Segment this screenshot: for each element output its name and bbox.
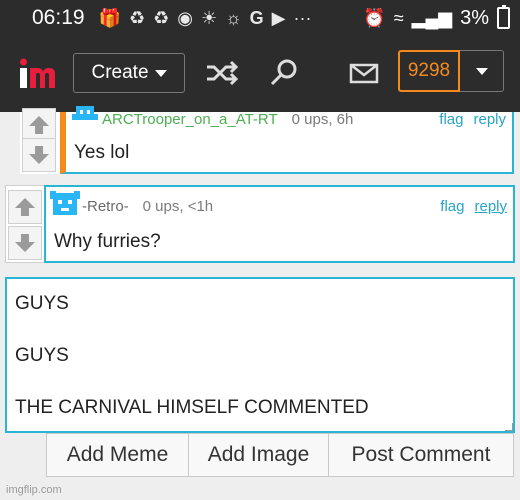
status-bar: 06:19 🎁 ♻ ♻ ◉ ☀ ☼ G ▶ ··· ⏰ ≈ ▂▄▆ 3% bbox=[0, 0, 520, 36]
flag-link[interactable]: flag bbox=[439, 111, 463, 128]
shuffle-icon[interactable] bbox=[205, 58, 239, 88]
arrow-up-icon bbox=[15, 198, 35, 216]
arrow-down-icon bbox=[29, 146, 49, 164]
comment-username[interactable]: -Retro- bbox=[82, 198, 129, 215]
alarm-icon: ⏰ bbox=[363, 7, 386, 28]
comment-actions: flag reply bbox=[439, 111, 506, 128]
clock: 06:19 bbox=[32, 6, 85, 29]
comment-textarea[interactable]: GUYS GUYS THE CARNIVAL HIMSELF COMMENTED bbox=[5, 277, 515, 433]
comment-body: -Retro- 0 ups, <1h flag reply Why furrie… bbox=[44, 185, 515, 263]
search-icon[interactable] bbox=[268, 58, 302, 88]
avatar bbox=[72, 106, 98, 120]
add-image-button[interactable]: Add Image bbox=[189, 433, 329, 477]
avatar bbox=[50, 191, 80, 215]
create-button[interactable]: Create bbox=[73, 53, 185, 93]
recycle-icon: ♻ bbox=[153, 7, 170, 28]
post-comment-button[interactable]: Post Comment bbox=[329, 433, 514, 477]
reply-link[interactable]: reply bbox=[474, 198, 507, 215]
more-icon: ··· bbox=[293, 7, 312, 28]
comment-header: -Retro- 0 ups, <1h flag reply bbox=[82, 193, 513, 219]
vote-column bbox=[5, 185, 45, 263]
vote-column bbox=[20, 108, 58, 174]
imgflip-logo[interactable] bbox=[18, 58, 58, 90]
comment: ARCTrooper_on_a_AT-RT 0 ups, 6h flag rep… bbox=[20, 106, 514, 174]
battery-icon bbox=[497, 5, 510, 29]
reply-link[interactable]: reply bbox=[473, 111, 506, 128]
create-label: Create bbox=[91, 62, 149, 83]
nav-bar: Create 9298 bbox=[0, 36, 520, 112]
chevron-down-icon bbox=[475, 67, 488, 75]
arrow-down-icon bbox=[15, 234, 35, 252]
google-icon: G bbox=[249, 7, 264, 28]
notification-count-button[interactable]: 9298 bbox=[398, 50, 460, 92]
comment-body: ARCTrooper_on_a_AT-RT 0 ups, 6h flag rep… bbox=[60, 106, 514, 174]
gift-icon: 🎁 bbox=[98, 7, 121, 28]
comment-header: ARCTrooper_on_a_AT-RT 0 ups, 6h flag rep… bbox=[102, 106, 512, 132]
downvote-button[interactable] bbox=[8, 226, 42, 260]
comment-text: Why furries? bbox=[54, 231, 161, 252]
wifi-icon: ≈ bbox=[393, 7, 404, 28]
comment-text: Yes lol bbox=[74, 142, 130, 163]
add-meme-button[interactable]: Add Meme bbox=[46, 433, 189, 477]
video-icon: ▶ bbox=[271, 7, 286, 28]
flag-link[interactable]: flag bbox=[440, 198, 464, 215]
system-icons: ⏰ ≈ ▂▄▆ 3% bbox=[363, 5, 510, 30]
upvote-button[interactable] bbox=[8, 190, 42, 224]
comment-username[interactable]: ARCTrooper_on_a_AT-RT bbox=[102, 111, 278, 128]
downvote-button[interactable] bbox=[22, 138, 56, 172]
sunrise-icon: ☀ bbox=[200, 7, 218, 28]
notification-icons: 🎁 ♻ ♻ ◉ ☀ ☼ G ▶ ··· bbox=[99, 8, 312, 29]
resize-handle[interactable] bbox=[505, 423, 513, 431]
comment-actions: flag reply bbox=[440, 198, 507, 215]
comment-action-row: Add Meme Add Image Post Comment bbox=[46, 433, 514, 477]
comment-meta: 0 ups, 6h bbox=[291, 110, 354, 128]
arrow-up-icon bbox=[29, 116, 49, 134]
notification-dropdown-button[interactable] bbox=[460, 50, 504, 92]
upvote-button[interactable] bbox=[22, 108, 56, 142]
swirl-icon: ☼ bbox=[225, 7, 242, 28]
mail-icon[interactable] bbox=[348, 58, 382, 88]
comment: -Retro- 0 ups, <1h flag reply Why furrie… bbox=[5, 185, 515, 263]
comment-meta: 0 ups, <1h bbox=[142, 197, 214, 215]
steam-icon: ◉ bbox=[177, 7, 193, 28]
battery-percent: 3% bbox=[460, 6, 489, 29]
signal-icon: ▂▄▆ bbox=[411, 7, 453, 28]
chevron-down-icon bbox=[154, 69, 167, 77]
watermark: imgflip.com bbox=[6, 484, 62, 496]
recycle-icon: ♻ bbox=[128, 7, 146, 28]
app-screen: 06:19 🎁 ♻ ♻ ◉ ☀ ☼ G ▶ ··· ⏰ ≈ ▂▄▆ 3% Cre… bbox=[0, 0, 520, 500]
